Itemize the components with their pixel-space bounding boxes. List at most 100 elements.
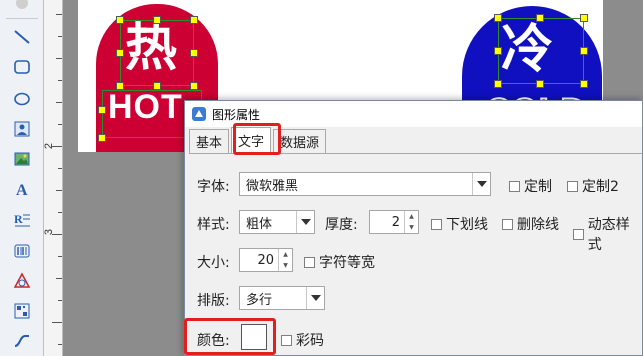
text-icon[interactable]: A bbox=[9, 176, 35, 202]
underline-checkbox[interactable]: 下划线 bbox=[431, 214, 488, 234]
ruler-label-2: 2 bbox=[43, 142, 56, 150]
dynamic-style-checkbox[interactable]: 动态样式 bbox=[573, 214, 642, 254]
checkbox-box[interactable] bbox=[509, 180, 520, 192]
resize-handle[interactable] bbox=[153, 16, 161, 24]
custom1-label: 定制 bbox=[524, 179, 552, 195]
color-code-checkbox[interactable]: 彩码 bbox=[281, 330, 324, 350]
color-code-label: 彩码 bbox=[296, 333, 324, 349]
qrcode-icon[interactable] bbox=[9, 298, 35, 324]
curve-icon[interactable] bbox=[9, 328, 35, 354]
tab-basic[interactable]: 基本 bbox=[189, 129, 230, 153]
resize-handle[interactable] bbox=[153, 82, 161, 90]
selection-box bbox=[120, 20, 194, 86]
resize-handle[interactable] bbox=[190, 16, 198, 24]
resize-handle[interactable] bbox=[494, 14, 502, 22]
resize-handle[interactable] bbox=[494, 80, 502, 88]
resize-handle[interactable] bbox=[116, 16, 124, 24]
chevron-down-icon[interactable] bbox=[296, 211, 314, 233]
resize-handle[interactable] bbox=[580, 80, 588, 88]
highlight-box bbox=[184, 318, 276, 355]
resize-handle[interactable] bbox=[98, 134, 106, 142]
size-value: 20 bbox=[257, 252, 274, 268]
resize-handle[interactable] bbox=[494, 47, 502, 55]
ruler-tick bbox=[58, 344, 62, 345]
ruler-tick bbox=[58, 300, 62, 301]
custom2-label: 定制2 bbox=[582, 179, 619, 195]
ruler-tick bbox=[56, 58, 62, 59]
arrow-down-icon[interactable]: ▼ bbox=[405, 222, 418, 233]
ruler-tick bbox=[58, 124, 62, 125]
layout-value: 多行 bbox=[246, 292, 273, 308]
font-value: 微软雅黑 bbox=[246, 178, 299, 194]
style-select[interactable]: 粗体 bbox=[239, 210, 315, 234]
ruler-tick bbox=[58, 80, 62, 81]
resize-handle[interactable] bbox=[190, 82, 198, 90]
checkbox-box[interactable] bbox=[502, 218, 513, 230]
image-frame-icon[interactable] bbox=[9, 116, 35, 142]
equal-width-checkbox[interactable]: 字符等宽 bbox=[304, 252, 375, 272]
rich-text-icon[interactable]: R bbox=[9, 206, 35, 232]
style-value: 粗体 bbox=[246, 216, 273, 232]
toolbar-divider bbox=[6, 18, 38, 19]
line-icon[interactable] bbox=[9, 24, 35, 50]
size-stepper[interactable]: 20 ▲ ▼ bbox=[239, 248, 293, 272]
stepper-buttons[interactable]: ▲ ▼ bbox=[278, 249, 292, 271]
picture-icon[interactable] bbox=[9, 146, 35, 172]
ruler-tick bbox=[56, 102, 62, 103]
stepper-buttons[interactable]: ▲ ▼ bbox=[404, 211, 418, 233]
rounded-rect-icon[interactable] bbox=[9, 54, 35, 80]
checkbox-box[interactable] bbox=[573, 228, 584, 240]
barcode-icon[interactable] bbox=[9, 238, 35, 264]
top-tool-icon[interactable] bbox=[9, 0, 35, 16]
checkbox-box[interactable] bbox=[431, 218, 442, 230]
thickness-stepper[interactable]: 2 ▲ ▼ bbox=[369, 210, 419, 234]
chevron-down-icon[interactable] bbox=[306, 287, 324, 309]
custom1-checkbox[interactable]: 定制 bbox=[509, 176, 552, 196]
dynamic-style-label: 动态样式 bbox=[587, 217, 630, 253]
resize-handle[interactable] bbox=[190, 49, 198, 57]
resize-handle[interactable] bbox=[536, 14, 544, 22]
thickness-label: 厚度: bbox=[325, 217, 358, 233]
layout-select[interactable]: 多行 bbox=[239, 286, 325, 310]
strikethrough-label: 删除线 bbox=[517, 217, 559, 233]
thickness-value: 2 bbox=[391, 214, 400, 230]
underline-label: 下划线 bbox=[446, 217, 488, 233]
font-select[interactable]: 微软雅黑 bbox=[239, 172, 491, 196]
ruler-tick bbox=[56, 190, 62, 191]
layout-label: 排版: bbox=[197, 293, 230, 309]
checkbox-box[interactable] bbox=[281, 334, 292, 346]
resize-handle[interactable] bbox=[116, 82, 124, 90]
equal-width-label: 字符等宽 bbox=[319, 255, 375, 271]
resize-handle[interactable] bbox=[116, 49, 124, 57]
strikethrough-checkbox[interactable]: 删除线 bbox=[502, 214, 559, 234]
resize-handle[interactable] bbox=[536, 80, 544, 88]
shape-icon[interactable] bbox=[9, 268, 35, 294]
app-logo-icon bbox=[192, 107, 206, 121]
drawing-toolbar: A R bbox=[0, 0, 44, 356]
arrow-up-icon[interactable]: ▲ bbox=[279, 249, 292, 260]
ruler-tick bbox=[58, 256, 62, 257]
vertical-ruler: 2 3 bbox=[43, 0, 63, 356]
custom2-checkbox[interactable]: 定制2 bbox=[567, 176, 619, 196]
arrow-down-icon[interactable]: ▼ bbox=[279, 260, 292, 271]
svg-text:R: R bbox=[14, 212, 23, 226]
chevron-down-icon[interactable] bbox=[472, 173, 490, 195]
resize-handle[interactable] bbox=[580, 14, 588, 22]
dialog-title: 图形属性 bbox=[212, 107, 261, 122]
ruler-label-3: 3 bbox=[43, 228, 56, 236]
ruler-tick bbox=[56, 278, 62, 279]
checkbox-box[interactable] bbox=[567, 180, 578, 192]
ruler-tick bbox=[52, 322, 62, 323]
style-label: 样式: bbox=[197, 217, 230, 233]
ruler-tick bbox=[58, 168, 62, 169]
ruler-tick bbox=[56, 14, 62, 15]
size-label: 大小: bbox=[197, 255, 230, 271]
ellipse-icon[interactable] bbox=[9, 86, 35, 112]
ruler-tick bbox=[58, 212, 62, 213]
checkbox-box[interactable] bbox=[304, 256, 315, 268]
arrow-up-icon[interactable]: ▲ bbox=[405, 211, 418, 222]
highlight-box bbox=[233, 123, 281, 155]
resize-handle[interactable] bbox=[98, 106, 106, 114]
ruler-tick bbox=[58, 36, 62, 37]
resize-handle[interactable] bbox=[580, 47, 588, 55]
